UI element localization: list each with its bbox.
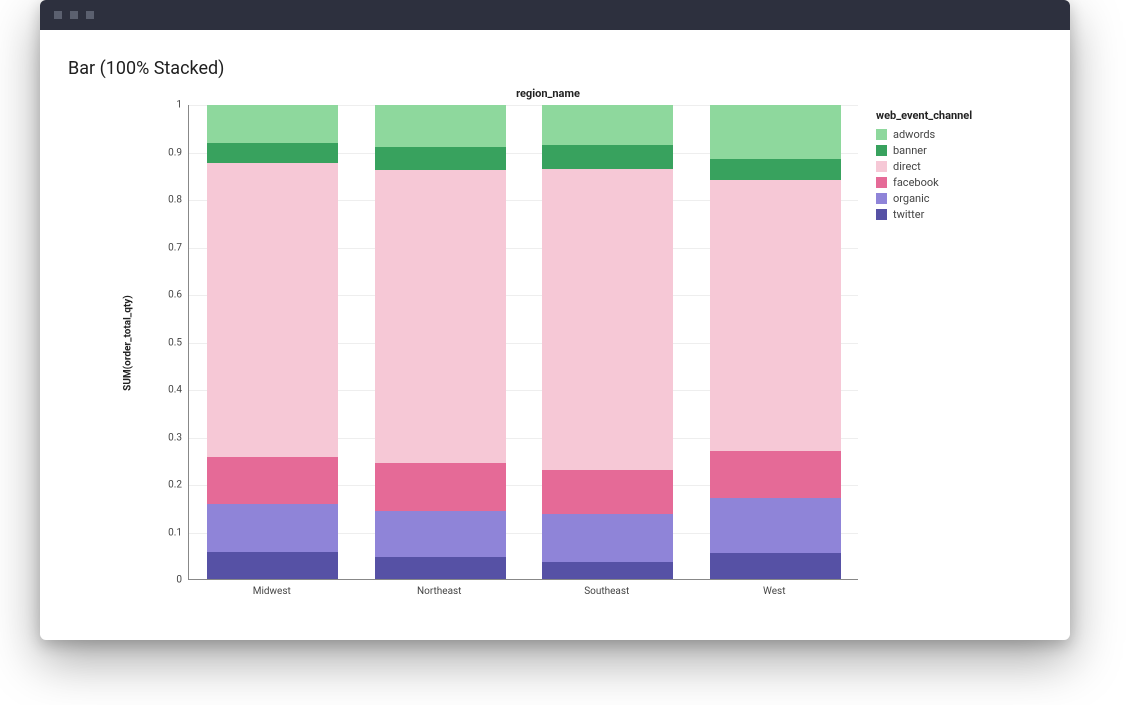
segment-adwords (375, 105, 506, 147)
legend-swatch (876, 193, 887, 204)
segment-adwords (542, 105, 673, 145)
legend-swatch (876, 209, 887, 220)
legend-item-direct[interactable]: direct (876, 160, 1056, 173)
chart-panel: Bar (100% Stacked) region_name SUM(order… (40, 30, 1070, 640)
segment-banner (207, 143, 338, 163)
legend-item-adwords[interactable]: adwords (876, 128, 1056, 141)
segment-adwords (207, 105, 338, 143)
segment-direct (375, 170, 506, 463)
plot-area (188, 105, 858, 580)
legend: web_event_channel adwords banner direct fac… (876, 109, 1056, 224)
x-tick-label: Midwest (253, 586, 291, 597)
segment-twitter (710, 553, 841, 579)
segment-organic (542, 514, 673, 562)
legend-items: adwords banner direct facebook organic twitte… (876, 128, 1056, 221)
segment-facebook (710, 451, 841, 498)
chart-window: Bar (100% Stacked) region_name SUM(order… (40, 0, 1070, 640)
window-control-min[interactable] (70, 11, 78, 19)
legend-item-organic[interactable]: organic (876, 192, 1056, 205)
legend-label: adwords (893, 128, 935, 141)
segment-banner (542, 145, 673, 169)
segment-adwords (710, 105, 841, 159)
legend-item-facebook[interactable]: facebook (876, 176, 1056, 189)
y-tick-label: 0.1 (168, 527, 182, 538)
x-tick-label: West (763, 586, 785, 597)
segment-organic (375, 511, 506, 557)
y-tick-label: 0.7 (168, 242, 182, 253)
legend-swatch (876, 129, 887, 140)
facet-title: region_name (188, 87, 908, 100)
segment-direct (710, 180, 841, 451)
y-axis: SUM(order_total_qty) 00.10.20.30.40.50.6… (68, 105, 188, 580)
y-tick-label: 0.6 (168, 290, 182, 301)
bar-northeast (375, 105, 506, 579)
window-control-max[interactable] (86, 11, 94, 19)
segment-twitter (542, 562, 673, 579)
y-tick-label: 0.2 (168, 480, 182, 491)
x-tick-label: Southeast (584, 586, 629, 597)
y-axis-title: SUM(order_total_qty) (123, 295, 134, 391)
x-tick-label: Northeast (417, 586, 461, 597)
legend-item-banner[interactable]: banner (876, 144, 1056, 157)
chart-area: region_name SUM(order_total_qty) 0 0.1 0.2… (68, 87, 1042, 627)
segment-banner (375, 147, 506, 171)
y-tick-label: 0.8 (168, 195, 182, 206)
y-tick-label: 0.9 (168, 147, 182, 158)
window-control-close[interactable] (54, 11, 62, 19)
window-titlebar (40, 0, 1070, 30)
legend-label: twitter (893, 208, 924, 221)
segment-twitter (375, 557, 506, 579)
bar-west (710, 105, 841, 579)
segment-organic (710, 498, 841, 553)
x-axis: Midwest Northeast Southeast West (188, 584, 858, 604)
y-tick-label: 0.4 (168, 385, 182, 396)
y-tick-label: 0.3 (168, 432, 182, 443)
segment-facebook (375, 463, 506, 510)
legend-item-twitter[interactable]: twitter (876, 208, 1056, 221)
chart-title: Bar (100% Stacked) (68, 58, 1042, 79)
segment-direct (542, 169, 673, 470)
legend-swatch (876, 177, 887, 188)
segment-twitter (207, 552, 338, 579)
legend-title: web_event_channel (876, 109, 1056, 122)
legend-label: banner (893, 144, 927, 157)
segment-facebook (542, 470, 673, 514)
segment-organic (207, 504, 338, 551)
legend-swatch (876, 161, 887, 172)
segment-facebook (207, 457, 338, 504)
legend-swatch (876, 145, 887, 156)
legend-label: direct (893, 160, 921, 173)
bar-southeast (542, 105, 673, 579)
bar-midwest (207, 105, 338, 579)
segment-banner (710, 159, 841, 180)
legend-label: organic (893, 192, 930, 205)
segment-direct (207, 163, 338, 457)
y-tick-label: 1 (176, 100, 182, 111)
y-tick-label: 0.5 (168, 337, 182, 348)
y-tick-label: 0 (176, 575, 182, 586)
legend-label: facebook (893, 176, 939, 189)
